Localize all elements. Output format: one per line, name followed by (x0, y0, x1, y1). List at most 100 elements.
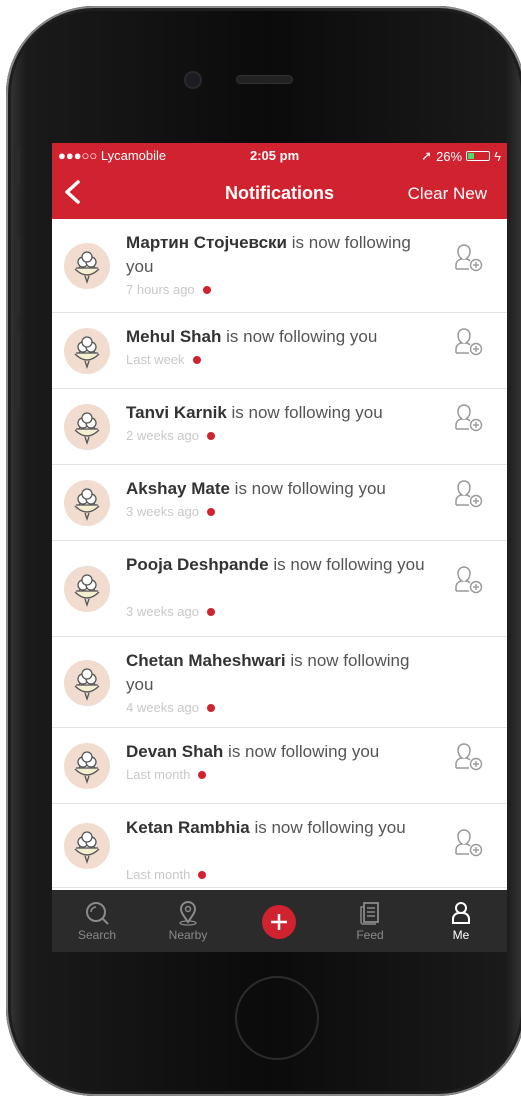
battery-icon (466, 151, 491, 161)
add-button[interactable] (262, 905, 296, 939)
status-right: ➚ 26% ϟ (421, 148, 501, 164)
feed-icon (360, 902, 379, 925)
notification-message: is now following you (268, 555, 425, 574)
notification-list: Мартин Стојчевски is now following you 7 … (52, 219, 507, 888)
notification-row[interactable]: Mehul Shah is now following you Last week (52, 313, 507, 389)
tab-feed-label: Feed (356, 928, 384, 942)
notification-row[interactable]: Chetan Maheshwari is now following you 4 … (52, 637, 507, 728)
follower-name[interactable]: Devan Shah (126, 742, 223, 761)
follower-name[interactable]: Akshay Mate (126, 479, 230, 498)
add-user-icon (455, 404, 483, 432)
status-bar: ●●●○○ Lycamobile 2:05 pm ➚ 26% ϟ (52, 143, 507, 167)
navigation-bar: Notifications Clear New (52, 167, 507, 219)
notification-message: is now following you (221, 327, 378, 346)
search-icon (86, 902, 109, 925)
plus-icon (271, 914, 287, 930)
follow-back-button[interactable] (451, 742, 485, 772)
carrier-label: ●●●○○ Lycamobile (58, 148, 167, 163)
tab-nearby[interactable]: Nearby (153, 890, 223, 952)
notification-text: Tanvi Karnik is now following you (126, 401, 436, 425)
follow-back-button[interactable] (451, 828, 485, 858)
timestamp-text: 7 hours ago (126, 282, 195, 297)
notification-text: Pooja Deshpande is now following you (126, 553, 436, 577)
avatar[interactable] (64, 823, 110, 869)
follower-name[interactable]: Tanvi Karnik (126, 403, 227, 422)
notification-row[interactable]: Мартин Стојчевски is now following you 7 … (52, 219, 507, 313)
earpiece-speaker (237, 76, 292, 83)
notification-message: is now following you (249, 818, 406, 837)
unread-dot (207, 703, 215, 712)
avatar-icon (74, 336, 100, 370)
unread-dot (207, 431, 215, 440)
unread-dot (192, 355, 201, 364)
add-user-icon (455, 244, 483, 272)
follower-name[interactable]: Chetan Maheshwari (126, 651, 286, 670)
notification-message: is now following you (229, 479, 386, 498)
volume-up-button (14, 236, 20, 316)
home-button[interactable] (235, 976, 319, 1060)
timestamp: Last month (126, 867, 207, 882)
notification-row[interactable]: Tanvi Karnik is now following you 2 weeks… (52, 389, 507, 465)
avatar-icon (74, 251, 100, 285)
battery-percent: 26% (436, 148, 463, 164)
add-user-icon (455, 480, 483, 508)
tab-search[interactable]: Search (62, 890, 132, 952)
clock: 2:05 pm (250, 148, 300, 163)
add-user-icon (455, 743, 483, 771)
unread-dot (202, 285, 211, 294)
add-user-icon (455, 328, 483, 356)
timestamp-text: 4 weeks ago (126, 700, 199, 715)
notification-row[interactable]: Akshay Mate is now following you 3 weeks … (52, 465, 507, 541)
mute-switch (14, 146, 20, 186)
tab-search-label: Search (77, 928, 117, 942)
follow-back-button[interactable] (451, 479, 485, 509)
avatar[interactable] (64, 480, 110, 526)
avatar-icon (74, 668, 100, 702)
tab-me[interactable]: Me (426, 890, 496, 952)
unread-dot (207, 507, 215, 516)
unread-dot (198, 770, 207, 779)
notification-row[interactable]: Devan Shah is now following you Last mont… (52, 728, 507, 804)
notification-text: Ketan Rambhia is now following you (126, 816, 436, 840)
add-user-icon (455, 829, 483, 857)
follow-back-button[interactable] (451, 327, 485, 357)
avatar[interactable] (64, 660, 110, 706)
unread-dot (207, 607, 215, 616)
timestamp-text: 3 weeks ago (126, 504, 199, 519)
clear-new-button[interactable]: Clear New (408, 184, 487, 204)
follow-back-button[interactable] (451, 243, 485, 273)
timestamp-text: Last month (126, 867, 191, 882)
phone-frame: ●●●○○ Lycamobile 2:05 pm ➚ 26% ϟ Notific… (6, 6, 521, 1096)
notification-text: Mehul Shah is now following you (126, 325, 436, 349)
timestamp: 3 weeks ago (126, 604, 215, 619)
follow-back-button[interactable] (451, 565, 485, 595)
avatar-icon (74, 488, 100, 522)
volume-down-button (14, 331, 20, 411)
notification-text: Devan Shah is now following you (126, 740, 436, 764)
notification-text: Akshay Mate is now following you (126, 477, 436, 501)
avatar[interactable] (64, 404, 110, 450)
notification-message: is now following you (223, 742, 380, 761)
timestamp: 4 weeks ago (126, 700, 215, 715)
notification-text: Мартин Стојчевски is now following you (126, 231, 436, 279)
avatar[interactable] (64, 566, 110, 612)
notification-row[interactable]: Ketan Rambhia is now following you Last m… (52, 804, 507, 888)
timestamp: Last month (126, 767, 207, 782)
location-arrow-icon: ➚ (421, 148, 433, 163)
timestamp-text: Last week (126, 352, 185, 367)
follower-name[interactable]: Ketan Rambhia (126, 818, 250, 837)
follower-name[interactable]: Мартин Стојчевски (126, 233, 287, 252)
front-camera (186, 73, 200, 87)
avatar[interactable] (64, 743, 110, 789)
timestamp: Last week (126, 352, 201, 367)
avatar[interactable] (64, 243, 110, 289)
notification-row[interactable]: Pooja Deshpande is now following you 3 we… (52, 541, 507, 637)
follow-back-button[interactable] (451, 403, 485, 433)
avatar[interactable] (64, 328, 110, 374)
follower-name[interactable]: Mehul Shah (126, 327, 221, 346)
unread-dot (198, 870, 207, 879)
tab-feed[interactable]: Feed (335, 890, 405, 952)
follower-name[interactable]: Pooja Deshpande (126, 555, 269, 574)
charging-icon: ϟ (494, 148, 501, 164)
notification-message: is now following you (226, 403, 383, 422)
